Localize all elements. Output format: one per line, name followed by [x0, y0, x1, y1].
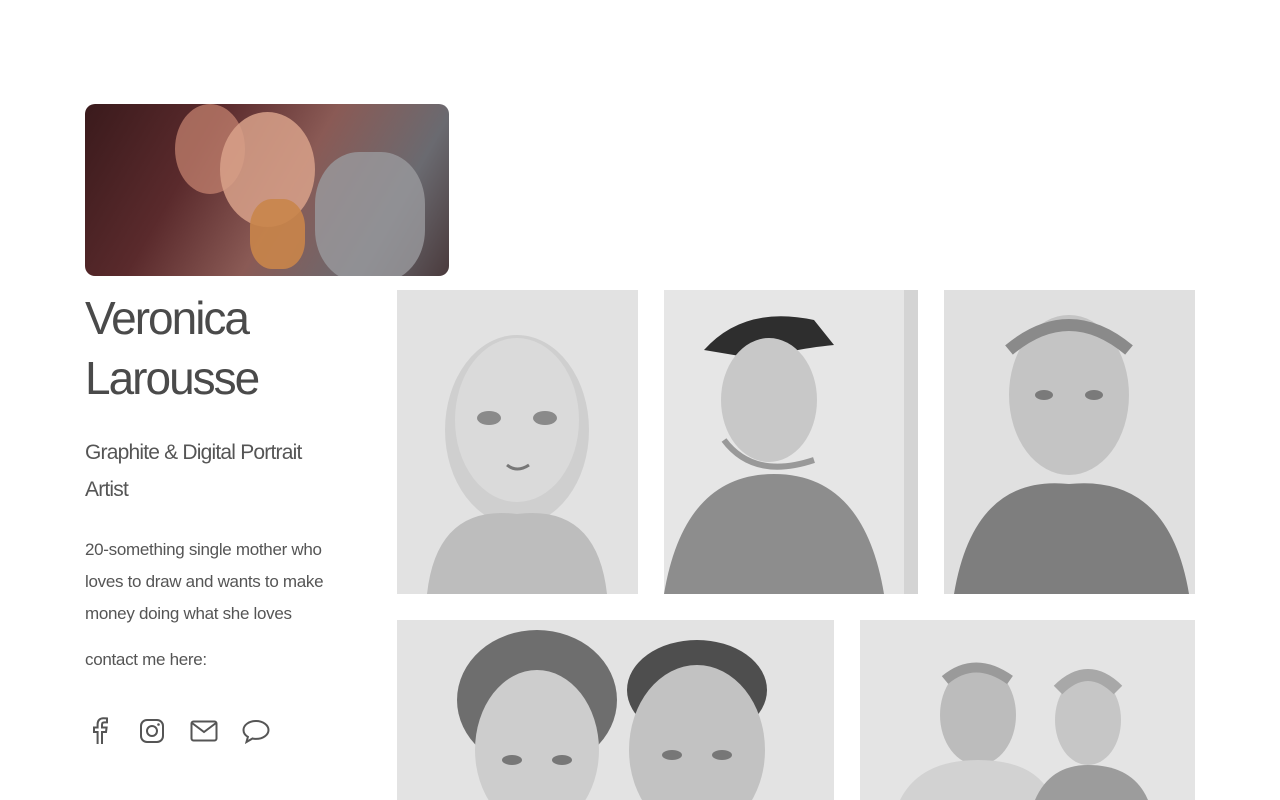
artist-name: Veronica Larousse	[85, 292, 260, 404]
gallery-item-baby-portrait[interactable]	[397, 290, 638, 594]
social-links	[85, 714, 271, 748]
gallery-item-smiling-couple-portrait[interactable]	[860, 620, 1195, 800]
gallery-item-young-man-portrait[interactable]	[944, 290, 1195, 594]
gallery-item-elderly-couple-portrait[interactable]	[397, 620, 834, 800]
artist-tagline: Graphite & Digital Portrait Artist	[85, 441, 302, 501]
gallery-item-man-in-cap-portrait[interactable]	[664, 290, 918, 594]
message-icon[interactable]	[241, 714, 271, 748]
contact-label: contact me here:	[85, 650, 207, 669]
profile-photo	[85, 104, 449, 276]
facebook-icon[interactable]	[85, 714, 115, 748]
artist-bio: 20-something single mother who loves to …	[85, 540, 324, 623]
instagram-icon[interactable]	[137, 714, 167, 748]
email-icon[interactable]	[189, 714, 219, 748]
